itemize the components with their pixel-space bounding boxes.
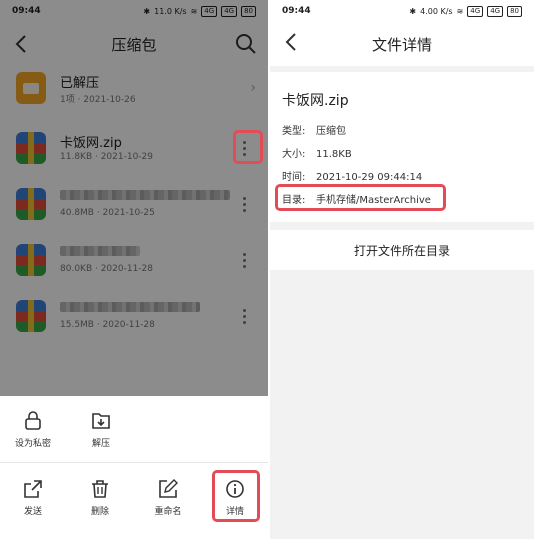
detail-row-type: 类型: 压缩包 [282, 122, 346, 137]
page-title: 文件详情 [371, 35, 432, 54]
delete-label: 删除 [90, 507, 109, 517]
signal-badge-2: 4G [487, 5, 504, 17]
back-arrow-icon[interactable] [280, 30, 304, 54]
delete-button[interactable]: 删除 [75, 478, 125, 517]
file-name: 卡饭网.zip [282, 93, 349, 109]
detail-value: 2021-10-29 09:44:14 [316, 172, 423, 183]
app-bar: 文件详情 [270, 22, 534, 66]
status-time: 09:44 [282, 6, 311, 16]
sheet-divider [0, 462, 268, 463]
rename-label: 重命名 [154, 507, 182, 517]
file-list-screen: 09:44 ✱ 11.0 K/s ≋ 4G 4G 80 压缩包 已解压 1项 ·… [0, 0, 268, 539]
highlight-box-more [233, 130, 263, 164]
dim-overlay[interactable] [0, 0, 268, 396]
status-icons: ✱ 4.00 K/s ≋ 4G 4G 80 [409, 5, 522, 17]
detail-row-size: 大小: 11.8KB [282, 145, 352, 160]
network-speed: 4.00 K/s [420, 6, 453, 16]
detail-key: 时间: [282, 172, 306, 183]
detail-key: 类型: [282, 126, 306, 137]
open-folder-label: 打开文件所在目录 [353, 243, 450, 258]
detail-row-time: 时间: 2021-10-29 09:44:14 [282, 168, 422, 183]
trash-icon [92, 480, 108, 498]
detail-value: 压缩包 [316, 126, 346, 137]
edit-icon [159, 479, 178, 498]
file-details-screen: 09:44 ✱ 4.00 K/s ≋ 4G 4G 80 文件详情 卡饭网.zip… [270, 0, 534, 539]
set-private-label: 设为私密 [14, 439, 51, 449]
rename-button[interactable]: 重命名 [143, 478, 193, 517]
unzip-button[interactable]: 解压 [76, 410, 126, 449]
highlight-box-details [212, 470, 260, 522]
detail-key: 大小: [282, 149, 306, 160]
battery-icon: 80 [507, 5, 522, 17]
share-icon [24, 480, 42, 498]
send-label: 发送 [23, 507, 42, 517]
highlight-box-directory [275, 184, 446, 211]
unzip-icon [92, 413, 110, 429]
status-bar: 09:44 ✱ 4.00 K/s ≋ 4G 4G 80 [270, 0, 534, 22]
lock-icon [25, 411, 41, 430]
wifi-icon: ≋ [456, 6, 464, 16]
detail-value: 11.8KB [316, 149, 352, 160]
bluetooth-icon: ✱ [409, 6, 417, 16]
unzip-label: 解压 [91, 439, 110, 449]
signal-badge-1: 4G [467, 5, 484, 17]
send-button[interactable]: 发送 [8, 478, 58, 517]
set-private-button[interactable]: 设为私密 [8, 410, 58, 449]
open-folder-button[interactable]: 打开文件所在目录 [270, 230, 534, 270]
